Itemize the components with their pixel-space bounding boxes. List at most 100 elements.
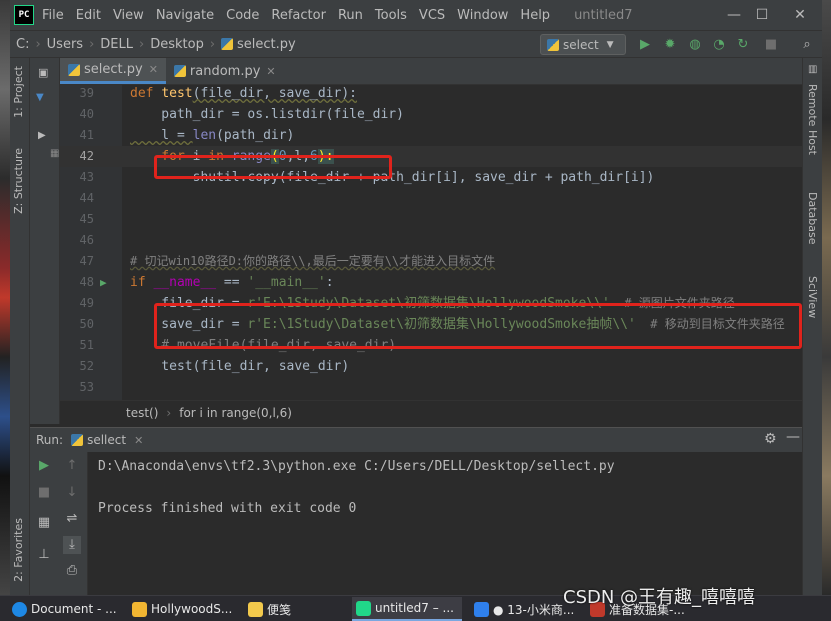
code-line: 40 path_dir = os.listdir(file_dir): [60, 104, 802, 125]
crumb-loop[interactable]: for i in range(0,l,6): [179, 406, 292, 420]
run-gutter-icon[interactable]: ▶: [100, 272, 107, 293]
taskbar-item-document[interactable]: Document - ...: [8, 597, 120, 621]
crumb-function[interactable]: test(): [126, 406, 158, 420]
python-file-icon: [173, 65, 186, 77]
grid-icon: ▥: [808, 64, 818, 75]
scroll-up-icon[interactable]: ↑: [63, 457, 81, 475]
database-tab[interactable]: Database: [806, 192, 819, 245]
console-line: Process finished with exit code 0: [98, 501, 357, 516]
chevron-right-icon: ›: [89, 36, 95, 52]
stop-icon[interactable]: ■: [35, 484, 53, 502]
scroll-to-end-icon[interactable]: ⤓: [63, 536, 81, 554]
editor-tab-bar: select.py ✕ random.py ✕: [60, 58, 802, 85]
run-panel-label: Run:: [36, 433, 64, 447]
left-tool-strip: 1: Project Z: Structure 2: Favorites: [10, 58, 30, 595]
expand-tree-icon[interactable]: ▼: [36, 92, 44, 103]
menu-refactor[interactable]: Refactor: [271, 8, 326, 23]
code-line: 45: [60, 209, 802, 230]
line-number: 51: [79, 338, 94, 352]
print-icon[interactable]: ⎙: [63, 562, 81, 580]
sciview-tab[interactable]: SciView: [806, 276, 819, 318]
breadcrumb-users[interactable]: Users: [47, 37, 83, 52]
line-number: 39: [79, 86, 94, 100]
tab-random-py[interactable]: random.py ✕: [166, 58, 284, 84]
code-editor[interactable]: 39 def test(file_dir, save_dir): 40 path…: [60, 85, 802, 400]
chevron-right-icon: ›: [209, 36, 216, 52]
menu-help[interactable]: Help: [520, 8, 550, 23]
build-icon[interactable]: ↻: [734, 36, 752, 54]
line-number: 47: [79, 254, 94, 268]
menu-navigate[interactable]: Navigate: [156, 8, 214, 23]
tab-select-py[interactable]: select.py ✕: [60, 58, 166, 84]
menu-edit[interactable]: Edit: [76, 8, 101, 23]
scroll-down-icon[interactable]: ↓: [63, 484, 81, 502]
tab-label: random.py: [189, 63, 261, 79]
search-icon[interactable]: ⌕: [798, 36, 816, 54]
line-number: 50: [79, 317, 94, 331]
run-icon[interactable]: ▶: [636, 36, 654, 54]
desktop-background-left: [0, 0, 10, 595]
run-tab-label[interactable]: sellect: [87, 433, 126, 447]
code-line: 44: [60, 188, 802, 209]
structure-tool-tab[interactable]: Z: Structure: [12, 148, 25, 214]
python-file-icon: [221, 38, 234, 50]
breadcrumb-file[interactable]: select.py: [237, 37, 296, 52]
python-file-icon: [71, 434, 84, 446]
profile-icon[interactable]: ◔: [710, 36, 728, 54]
run-panel-toolbar: ▶ ↑ ■ ↓ ▦ ⇌ ⤓ ⊥ ⎙: [30, 452, 88, 595]
pin-icon[interactable]: ⊥: [35, 546, 53, 564]
panel-layout-icon[interactable]: ▣: [38, 66, 48, 79]
maximize-button[interactable]: ☐: [750, 4, 774, 26]
run-configuration-label: select: [563, 37, 599, 52]
debug-icon[interactable]: ✹: [661, 36, 679, 54]
breadcrumb-drive[interactable]: C:: [16, 37, 29, 52]
menu-tools[interactable]: Tools: [375, 8, 407, 23]
collapse-tree-icon[interactable]: ▶: [38, 130, 46, 141]
soft-wrap-icon[interactable]: ⇌: [63, 510, 81, 528]
project-panel-collapsed: ▣ ▼ ▶ ▦: [30, 58, 60, 424]
pycharm-logo-icon: PC: [14, 5, 34, 25]
breadcrumb-dell[interactable]: DELL: [100, 37, 133, 52]
line-number: 49: [79, 296, 94, 310]
menu-code[interactable]: Code: [226, 8, 259, 23]
remote-host-tab[interactable]: Remote Host: [806, 84, 819, 155]
close-icon[interactable]: ✕: [266, 65, 275, 78]
coverage-icon[interactable]: ◍: [686, 36, 704, 54]
project-tool-tab[interactable]: 1: Project: [12, 66, 25, 118]
line-number: 44: [79, 191, 94, 205]
menu-vcs[interactable]: VCS: [419, 8, 445, 23]
layout-icon[interactable]: ▦: [35, 514, 53, 532]
taskbar-item-notes[interactable]: 便笺: [244, 597, 344, 621]
code-line: 52 test(file_dir, save_dir): [60, 356, 802, 377]
menu-window[interactable]: Window: [457, 8, 508, 23]
run-configuration-select[interactable]: select ▼: [540, 34, 626, 55]
close-window-button[interactable]: ✕: [788, 4, 812, 26]
menu-run[interactable]: Run: [338, 8, 363, 23]
folder-icon: [132, 601, 147, 617]
python-file-icon: [68, 63, 80, 76]
vscode-icon: [474, 601, 489, 617]
code-line: 39 def test(file_dir, save_dir):: [60, 85, 802, 104]
run-console-output[interactable]: D:\Anaconda\envs\tf2.3\python.exe C:/Use…: [88, 452, 802, 595]
stop-icon[interactable]: ■: [762, 36, 780, 54]
breadcrumb-desktop[interactable]: Desktop: [150, 37, 204, 52]
code-text: if __name__ == '__main__':: [130, 275, 334, 290]
desktop-background-right: [822, 0, 831, 595]
line-number: 52: [79, 359, 94, 373]
rerun-icon[interactable]: ▶: [35, 457, 53, 475]
edge-browser-icon: [12, 601, 27, 617]
hide-panel-icon[interactable]: —: [786, 429, 800, 445]
favorites-tool-tab[interactable]: 2: Favorites: [12, 518, 25, 582]
menu-view[interactable]: View: [113, 8, 144, 23]
minimize-button[interactable]: —: [722, 4, 746, 26]
close-icon[interactable]: ✕: [134, 434, 143, 447]
taskbar-item-pycharm[interactable]: untitled7 – ...: [352, 597, 462, 621]
close-icon[interactable]: ✕: [149, 63, 158, 76]
code-line: 53: [60, 377, 802, 398]
window-title: untitled7: [574, 7, 633, 23]
taskbar-item-hollywood[interactable]: HollywoodS...: [128, 597, 236, 621]
code-text: l = len(path_dir): [130, 128, 295, 143]
gear-icon[interactable]: ⚙: [764, 431, 777, 447]
menu-file[interactable]: File: [42, 8, 64, 23]
